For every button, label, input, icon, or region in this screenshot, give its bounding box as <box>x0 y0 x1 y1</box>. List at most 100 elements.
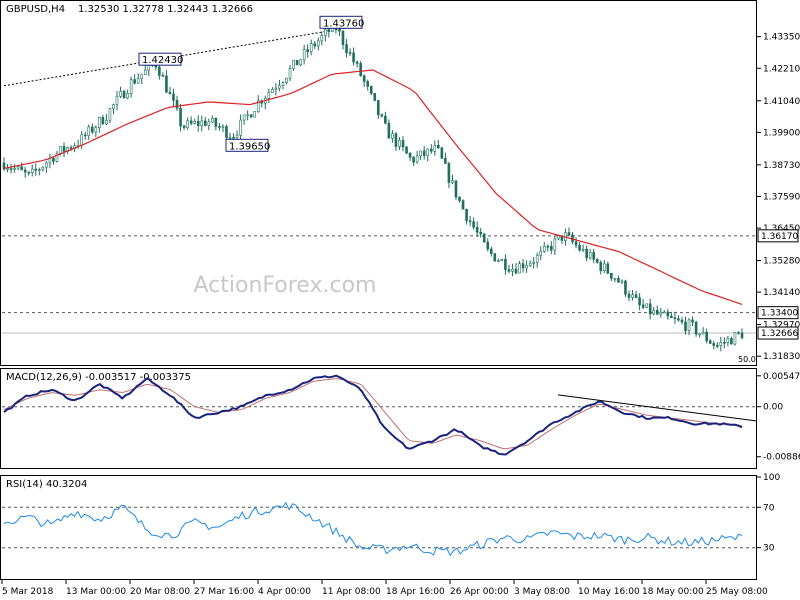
candle-body <box>186 120 189 128</box>
candle-body <box>687 319 691 331</box>
time-tick-label: 11 Apr 08:00 <box>322 587 381 597</box>
candle-body <box>34 168 38 171</box>
candle-body <box>239 119 242 136</box>
candle-body <box>175 100 179 109</box>
time-tick-label: 26 Apr 00:00 <box>450 587 509 597</box>
candle-body <box>62 146 66 152</box>
candle-body <box>30 168 34 173</box>
price-panel-frame <box>0 0 757 366</box>
candle-body <box>730 338 733 345</box>
candle-body <box>680 319 684 323</box>
price-tick-label: 1.42210 <box>763 64 800 74</box>
candle-body <box>511 268 514 272</box>
candle-body <box>352 52 355 63</box>
price-tick-label: 1.34140 <box>763 288 800 298</box>
candle-body <box>507 269 511 272</box>
candle-body <box>341 30 345 45</box>
time-tick-label: 25 May 08:00 <box>706 587 768 597</box>
candle-body <box>433 144 437 152</box>
candle-body <box>69 147 73 149</box>
candle-body <box>465 208 468 222</box>
time-tick-label: 18 Apr 16:00 <box>386 587 445 597</box>
candle-body <box>415 155 419 163</box>
candle-body <box>59 146 62 154</box>
candle-body <box>426 148 430 156</box>
candle-body <box>461 200 465 210</box>
candle-body <box>634 294 638 298</box>
price-tick-label: 1.31830 <box>763 352 800 362</box>
candle-body <box>567 232 571 236</box>
candle-body <box>182 125 186 128</box>
candle-body <box>444 157 447 164</box>
price-label-text: 1.39650 <box>229 141 270 152</box>
candle-body <box>652 309 656 315</box>
candle-body <box>161 75 165 77</box>
candle-body <box>376 100 380 115</box>
candle-body <box>299 59 302 66</box>
candle-body <box>221 126 225 128</box>
candle-body <box>451 180 454 183</box>
candle-body <box>278 85 281 89</box>
candle-body <box>9 168 13 170</box>
candle-body <box>440 147 444 159</box>
rsi-tick-label: 100 <box>763 473 780 483</box>
time-tick-label: 20 Mar 08:00 <box>130 587 190 597</box>
candle-body <box>648 303 652 315</box>
candle-body <box>27 171 31 174</box>
price-label-text: 1.42430 <box>142 55 183 66</box>
candle-body <box>691 319 694 323</box>
candle-body <box>20 166 23 171</box>
candle-body <box>659 311 663 315</box>
price-tick-label: 1.38730 <box>763 161 800 171</box>
candle-body <box>345 44 348 53</box>
candle-body <box>320 35 324 42</box>
time-tick-label: 4 Apr 00:00 <box>258 587 311 597</box>
candle-body <box>398 140 401 147</box>
rsi-tick-label: 30 <box>763 544 775 554</box>
candle-body <box>203 120 207 126</box>
chart-header-ohlc: 1.32530 1.32778 1.32443 1.32666 <box>78 4 253 15</box>
candle-body <box>189 120 193 124</box>
candle-body <box>87 126 91 137</box>
rsi-title: RSI(14) 40.3204 <box>6 479 87 490</box>
time-tick-label: 27 Mar 16:00 <box>194 587 254 597</box>
candle-body <box>401 140 405 148</box>
candle-body <box>232 136 235 139</box>
candle-body <box>422 150 426 156</box>
candle-body <box>694 321 698 335</box>
candle-body <box>267 92 271 99</box>
candle-body <box>677 318 680 321</box>
time-axis: 5 Mar 2018 13 Mar 00:00 20 Mar 08:00 27 Mar… <box>1 580 768 597</box>
candle-body <box>528 262 532 266</box>
candle-body <box>281 82 285 86</box>
candle-body <box>585 248 588 259</box>
candle-body <box>712 343 716 346</box>
candle-body <box>380 114 384 117</box>
candle-body <box>384 115 387 124</box>
candle-body <box>228 136 232 139</box>
candle-body <box>454 180 458 198</box>
candle-body <box>359 63 362 77</box>
candle-body <box>542 245 546 252</box>
candle-body <box>408 153 412 158</box>
candle-body <box>274 87 278 90</box>
candle-body <box>83 134 87 137</box>
rsi-axis: 100 70 30 <box>757 473 780 554</box>
candle-body <box>553 238 557 251</box>
candle-body <box>327 29 331 32</box>
candle-body <box>500 259 504 261</box>
macd-indicator <box>2 374 757 456</box>
candle-body <box>101 117 105 125</box>
candle-body <box>80 134 83 146</box>
candle-body <box>627 293 631 298</box>
candle-body <box>387 122 391 139</box>
time-tick-label: 3 May 08:00 <box>514 587 570 597</box>
candle-body <box>645 303 648 308</box>
candle-body <box>663 311 666 314</box>
candle-body <box>437 144 440 149</box>
time-tick-label: 13 Mar 00:00 <box>66 587 126 597</box>
candle-body <box>122 91 126 99</box>
candle-body <box>737 332 740 334</box>
candle-body <box>715 345 719 347</box>
candle-body <box>617 278 620 283</box>
